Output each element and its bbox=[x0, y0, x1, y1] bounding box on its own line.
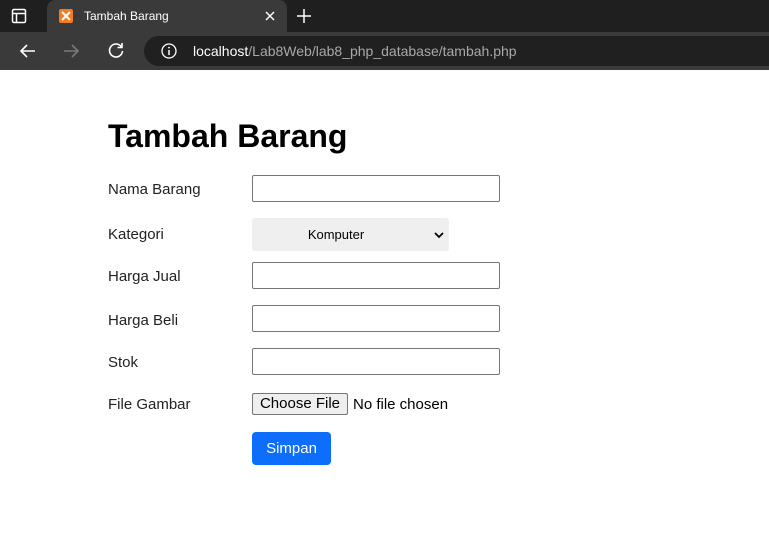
choose-file-button[interactable]: Choose File bbox=[252, 393, 348, 415]
harga-beli-label: Harga Beli bbox=[108, 312, 179, 329]
nama-barang-label: Nama Barang bbox=[108, 181, 201, 198]
browser-tab[interactable]: Tambah Barang bbox=[47, 0, 287, 32]
navigation-bar: localhost/Lab8Web/lab8_php_database/tamb… bbox=[0, 32, 769, 70]
page-title: Tambah Barang bbox=[108, 118, 348, 154]
xampp-favicon-icon bbox=[59, 9, 73, 23]
chevron-down-icon bbox=[433, 229, 445, 241]
back-arrow-icon[interactable] bbox=[18, 41, 38, 61]
harga-jual-input[interactable] bbox=[252, 262, 500, 289]
harga-jual-label: Harga Jual bbox=[108, 268, 181, 285]
file-status-text: No file chosen bbox=[353, 396, 449, 413]
stok-input[interactable] bbox=[252, 348, 500, 375]
tab-strip: Tambah Barang bbox=[0, 0, 769, 32]
close-tab-icon[interactable] bbox=[263, 9, 277, 23]
tab-actions-icon[interactable] bbox=[10, 7, 28, 25]
url-host: localhost bbox=[193, 43, 249, 59]
kategori-label: Kategori bbox=[108, 226, 164, 243]
url-path: /Lab8Web/lab8_php_database/tambah.php bbox=[248, 43, 517, 59]
site-info-icon[interactable] bbox=[161, 43, 177, 59]
tab-title: Tambah Barang bbox=[84, 9, 169, 23]
forward-arrow-icon[interactable] bbox=[61, 41, 81, 61]
nama-barang-input[interactable] bbox=[252, 175, 500, 202]
address-bar[interactable]: localhost/Lab8Web/lab8_php_database/tamb… bbox=[144, 36, 769, 66]
harga-beli-input[interactable] bbox=[252, 305, 500, 332]
simpan-button[interactable]: Simpan bbox=[252, 432, 331, 465]
url-text: localhost/Lab8Web/lab8_php_database/tamb… bbox=[193, 43, 517, 59]
kategori-select[interactable]: Komputer bbox=[252, 218, 449, 251]
reload-icon[interactable] bbox=[106, 41, 126, 61]
new-tab-icon[interactable] bbox=[295, 7, 313, 25]
kategori-selected-value: Komputer bbox=[307, 227, 365, 242]
stok-label: Stok bbox=[108, 354, 139, 371]
file-gambar-label: File Gambar bbox=[108, 396, 191, 413]
